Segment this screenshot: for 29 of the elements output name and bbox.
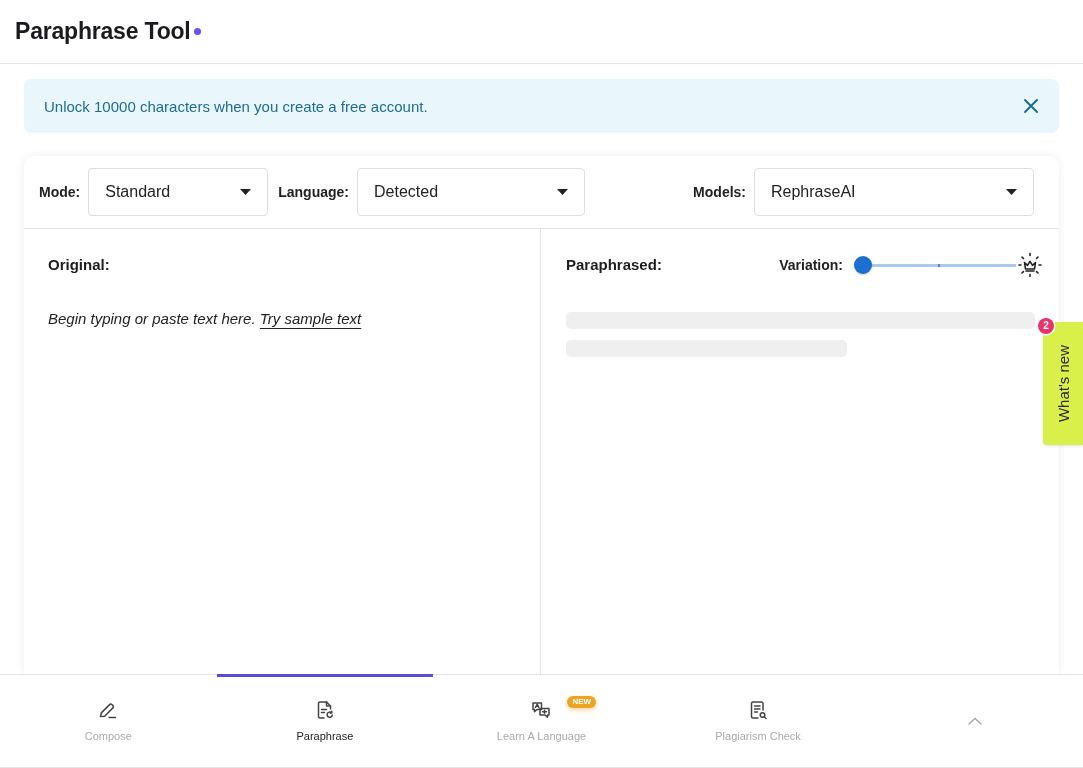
language-label: Language: bbox=[278, 184, 349, 200]
variation-slider[interactable] bbox=[854, 256, 1016, 274]
slider-thumb[interactable] bbox=[854, 256, 872, 274]
banner-message: Unlock 10000 characters when you create a free account. bbox=[44, 97, 428, 115]
count-badge: 2 bbox=[1038, 318, 1054, 334]
caret-icon bbox=[240, 189, 252, 195]
text-input[interactable]: Begin typing or paste text here. Try sample text bbox=[48, 309, 516, 674]
original-heading: Original: bbox=[48, 255, 110, 275]
variation-label: Variation: bbox=[779, 257, 843, 273]
caret-icon bbox=[1006, 189, 1017, 195]
page-title: Paraphrase Tool bbox=[15, 18, 191, 45]
mode-dropdown[interactable]: Standard bbox=[88, 168, 269, 216]
document-search-icon bbox=[748, 700, 769, 720]
mode-label: Mode: bbox=[39, 184, 81, 200]
new-badge: NEW bbox=[567, 696, 597, 708]
models-label: Models: bbox=[693, 184, 746, 200]
pencil-icon bbox=[98, 700, 119, 720]
sample-text-link[interactable]: Try sample text bbox=[259, 310, 362, 327]
language-dropdown[interactable]: Detected bbox=[357, 168, 585, 216]
chevron-up-icon bbox=[967, 717, 982, 725]
placeholder-text: Begin typing or paste text here. bbox=[48, 310, 256, 327]
paraphrased-heading: Paraphrased: bbox=[566, 255, 662, 275]
dot-icon bbox=[193, 28, 201, 35]
crown-icon bbox=[1017, 252, 1043, 278]
close-icon bbox=[1023, 98, 1039, 114]
chat-bubbles-icon bbox=[531, 700, 552, 720]
nav-tab[interactable]: Paraphrase bbox=[216, 674, 434, 767]
models-dropdown[interactable]: RephraseAI bbox=[754, 168, 1034, 216]
caret-icon bbox=[557, 189, 568, 195]
